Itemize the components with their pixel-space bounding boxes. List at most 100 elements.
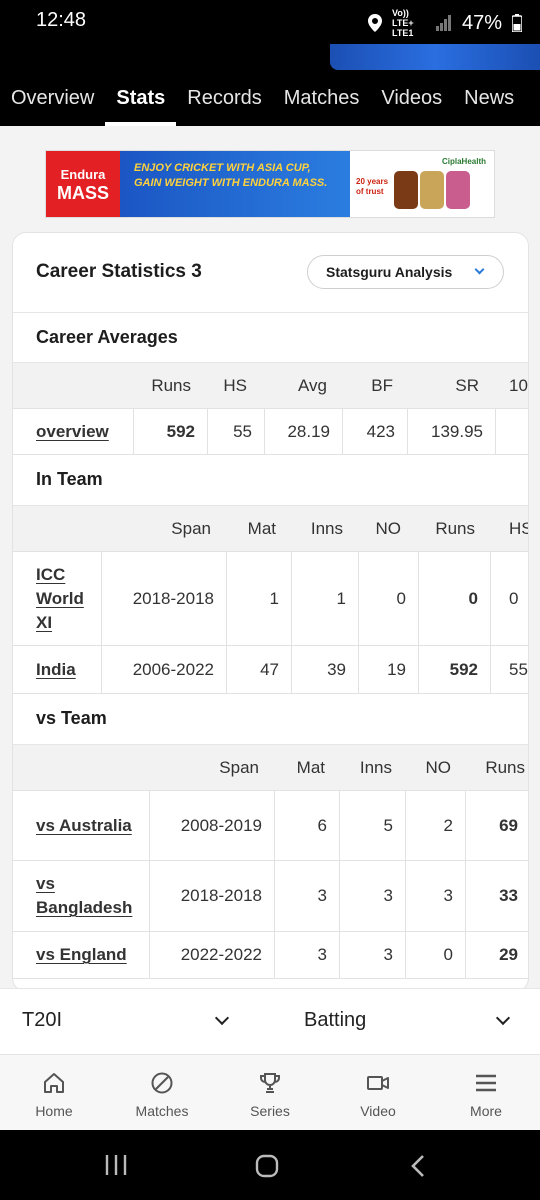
chevron-down-icon[interactable] (495, 1010, 511, 1026)
table-cell: 423 (343, 409, 408, 454)
network-label: Vo)) LTE+ LTE1 (392, 8, 414, 38)
table-cell: 19 (359, 646, 419, 693)
table-cell: 592 (419, 646, 491, 693)
section-heading-vs-team: vs Team (36, 708, 107, 728)
column-header: Inns (359, 758, 392, 777)
back-icon[interactable] (410, 1154, 426, 1178)
column-header: Avg (298, 376, 327, 395)
nav-series[interactable]: Series (216, 1055, 324, 1131)
stats-filter-bar: T20I Batting (0, 988, 540, 1054)
product-jar (446, 171, 470, 209)
table-cell: 55 (509, 659, 528, 679)
column-header: NO (375, 519, 402, 538)
product-jar (394, 171, 418, 209)
format-select[interactable]: T20I (22, 1009, 62, 1032)
home-button-icon[interactable] (255, 1154, 279, 1178)
opponent-link-england[interactable]: vs England (13, 932, 150, 978)
column-header: 10 (509, 376, 528, 395)
menu-icon (476, 1074, 496, 1092)
table-row: vs Australia 2008-2019 6 5 2 69 (13, 790, 528, 861)
column-header: BF (371, 376, 393, 395)
table-cell: 2022-2022 (150, 932, 275, 978)
column-header: HS (509, 519, 528, 538)
ad-products-image: 20 years of trust CiplaHealth (350, 151, 494, 217)
table-cell: 0 (509, 588, 519, 608)
opponent-link-bangladesh[interactable]: vs Bangladesh (13, 861, 150, 931)
tab-bar: Overview Stats Records Matches Videos Ne… (0, 84, 540, 126)
tab-news[interactable]: News (453, 84, 525, 126)
table-header-row: Span Mat Inns NO Runs HS (13, 505, 528, 551)
table-row: India 2006-2022 47 39 19 592 55 (13, 646, 528, 694)
table-cell: 2006-2022 (102, 646, 227, 693)
table-row: ICC World XI 2018-2018 1 1 0 0 0 (13, 551, 528, 646)
ad-message: ENJOY CRICKET WITH ASIA CUP, GAIN WEIGHT… (120, 151, 350, 217)
opponent-link-australia[interactable]: vs Australia (13, 791, 150, 860)
table-cell: 55 (208, 409, 265, 454)
table-cell: 39 (292, 646, 359, 693)
ad-sponsor: CiplaHealth (441, 157, 486, 166)
ad-banner[interactable]: Endura MASS ENJOY CRICKET WITH ASIA CUP,… (45, 150, 495, 218)
player-header: Overview Stats Records Matches Videos Ne… (0, 44, 540, 126)
table-cell: 1 (227, 552, 292, 645)
section-heading-career-averages: Career Averages (13, 312, 528, 362)
signal-icon (436, 15, 451, 31)
table-row: overview 592 55 28.19 423 139.95 (13, 408, 528, 455)
chevron-down-icon (474, 264, 485, 275)
player-banner-image (330, 44, 540, 70)
table-cell: 2018-2018 (102, 552, 227, 645)
table-cell: 2018-2018 (150, 861, 275, 931)
location-icon (368, 14, 382, 32)
table-cell: 3 (275, 861, 340, 931)
overview-link[interactable]: overview (13, 409, 134, 454)
nav-matches[interactable]: Matches (108, 1055, 216, 1131)
tab-videos[interactable]: Videos (370, 84, 453, 126)
table-cell: 29 (499, 945, 518, 964)
table-cell: 592 (134, 409, 208, 454)
table-cell: 0 (406, 932, 466, 978)
column-header: Runs (435, 519, 475, 538)
nav-video[interactable]: Video (324, 1055, 432, 1131)
chevron-down-icon[interactable] (214, 1010, 230, 1026)
table-cell: 47 (227, 646, 292, 693)
status-time: 12:48 (36, 9, 87, 31)
ball-icon (151, 1072, 173, 1094)
table-cell: 2008-2019 (150, 791, 275, 860)
table-cell: 3 (340, 932, 406, 978)
table-cell: 3 (340, 861, 406, 931)
nav-more[interactable]: More (432, 1055, 540, 1131)
table-row: vs England 2022-2022 3 3 0 29 (13, 932, 528, 979)
section-heading-in-team: In Team (36, 469, 103, 489)
column-header: NO (425, 758, 452, 777)
table-header-row: Span Mat Inns NO Runs (13, 744, 528, 790)
tab-stats[interactable]: Stats (105, 84, 177, 126)
column-header: Span (171, 519, 211, 538)
tab-matches[interactable]: Matches (273, 84, 371, 126)
discipline-select[interactable]: Batting (304, 1009, 366, 1032)
column-header: Runs (485, 758, 525, 777)
status-bar: 12:48 Vo)) LTE+ LTE1 47% (0, 0, 540, 44)
table-cell: 69 (499, 815, 518, 835)
table-cell: 33 (499, 886, 518, 905)
career-statistics-card: Career Statistics 3 Statsguru Analysis C… (12, 232, 529, 992)
battery-icon (512, 14, 523, 32)
table-cell: 6 (275, 791, 340, 860)
team-link-india[interactable]: India (13, 646, 102, 693)
ad-years-badge: 20 years of trust (356, 177, 389, 196)
nav-home[interactable]: Home (0, 1055, 108, 1131)
column-header: Mat (296, 758, 325, 777)
tab-records[interactable]: Records (176, 84, 272, 126)
table-cell: 0 (359, 552, 419, 645)
table-cell: 3 (275, 932, 340, 978)
table-cell: 5 (340, 791, 406, 860)
tab-overview[interactable]: Overview (0, 84, 105, 126)
team-link-icc-world-xi[interactable]: ICC World XI (13, 552, 102, 645)
statsguru-analysis-button[interactable]: Statsguru Analysis (307, 255, 504, 289)
system-navigation-bar (0, 1130, 540, 1200)
recent-apps-icon[interactable] (105, 1155, 127, 1175)
table-cell: 139.95 (408, 409, 496, 454)
home-icon (44, 1073, 64, 1093)
table-cell: 1 (292, 552, 359, 645)
column-header: HS (223, 376, 247, 395)
table-header-row: Runs HS Avg BF SR 10 (13, 362, 528, 408)
column-header: Mat (247, 519, 276, 538)
